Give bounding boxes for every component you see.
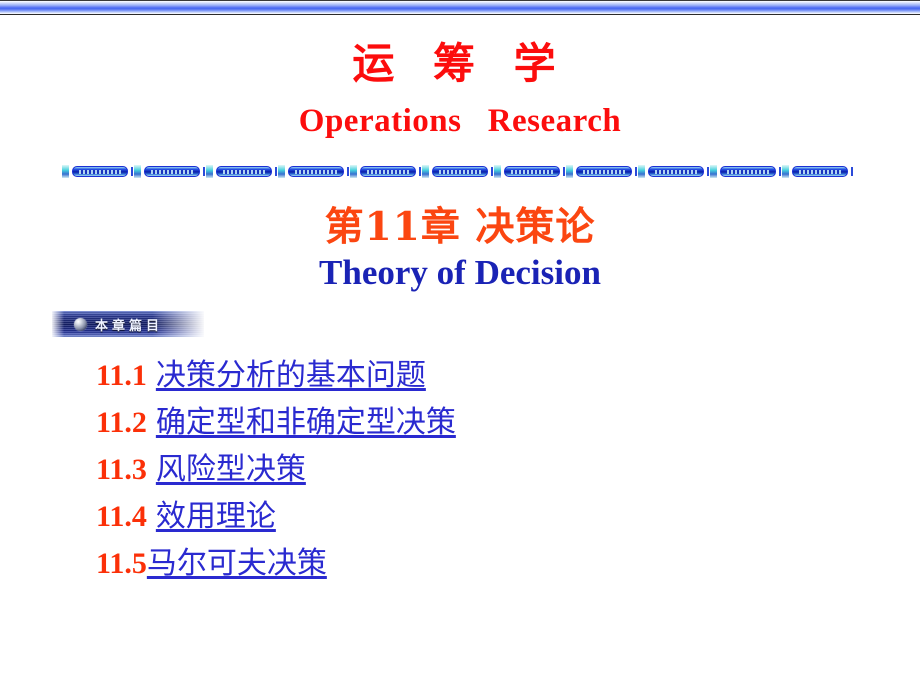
divider-pill (504, 166, 560, 177)
chapter-contents-list: 11.1 决策分析的基本问题 11.2 确定型和非确定型决策 11.3 风险型决策 11.4… (96, 350, 856, 585)
divider-tick (779, 167, 781, 176)
toc-item-link[interactable]: 确定型和非确定型决策 (156, 397, 456, 441)
divider-tick (491, 167, 493, 176)
toc-item[interactable]: 11.4 效用理论 (96, 491, 856, 535)
toc-item[interactable]: 11.2 确定型和非确定型决策 (96, 397, 856, 441)
divider-tick (635, 167, 637, 176)
divider-tick (347, 167, 349, 176)
page-title-cn: 运 筹 学 (352, 39, 568, 88)
divider-pill (72, 166, 128, 177)
divider-segment (782, 165, 854, 178)
toc-item-number: 11.4 (96, 500, 147, 533)
toc-item-number: 11.2 (96, 406, 147, 439)
toc-item-link[interactable]: 效用理论 (156, 491, 276, 535)
divider-segment (494, 165, 566, 178)
divider-tick (131, 167, 133, 176)
sphere-bullet-icon (74, 317, 87, 331)
divider-cap (206, 165, 213, 178)
section-badge: 本章篇目 (52, 311, 204, 337)
divider-pill (288, 166, 344, 177)
divider-segment (350, 165, 422, 178)
divider-tick (707, 167, 709, 176)
toc-item[interactable]: 11.3 风险型决策 (96, 444, 856, 488)
divider-segment (566, 165, 638, 178)
divider-pill (432, 166, 488, 177)
divider-pill (216, 166, 272, 177)
divider-pill (360, 166, 416, 177)
divider-tick (275, 167, 277, 176)
divider-tick (203, 167, 205, 176)
divider-segment (710, 165, 782, 178)
divider-tick (563, 167, 565, 176)
decorative-top-band (0, 0, 920, 15)
divider-segment (638, 165, 710, 178)
toc-item-number: 11.3 (96, 453, 147, 486)
divider-cap (62, 165, 69, 178)
divider-segment (134, 165, 206, 178)
divider-segment (278, 165, 350, 178)
divider-cap (638, 165, 645, 178)
divider-segment (206, 165, 278, 178)
chapter-title-en: Theory of Decision (319, 253, 601, 292)
divider-cap (494, 165, 501, 178)
toc-item-link[interactable]: 决策分析的基本问题 (156, 350, 426, 394)
toc-item[interactable]: 11.5 马尔可夫决策 (96, 538, 856, 582)
divider-cap (566, 165, 573, 178)
toc-item-link[interactable]: 风险型决策 (156, 444, 306, 488)
divider-cap (350, 165, 357, 178)
divider-segment (62, 165, 134, 178)
divider-segment (422, 165, 494, 178)
divider-pill (648, 166, 704, 177)
divider-cap (422, 165, 429, 178)
divider-pill (144, 166, 200, 177)
divider-pill (576, 166, 632, 177)
divider-tick (851, 167, 853, 176)
page-title-en: Operations Research (298, 103, 622, 139)
toc-item-number: 11.1 (96, 359, 147, 392)
toc-item[interactable]: 11.1 决策分析的基本问题 (96, 350, 856, 394)
divider-pill (720, 166, 776, 177)
divider-tick (419, 167, 421, 176)
section-badge-label: 本章篇目 (95, 318, 164, 334)
toc-item-link[interactable]: 马尔可夫决策 (147, 538, 327, 582)
divider-cap (710, 165, 717, 178)
chapter-title-cn: 第11章 决策论 (324, 204, 596, 250)
divider-cap (134, 165, 141, 178)
divider-cap (278, 165, 285, 178)
decorative-divider (62, 164, 857, 179)
divider-cap (782, 165, 789, 178)
divider-pill (792, 166, 848, 177)
toc-item-number: 11.5 (96, 547, 147, 580)
